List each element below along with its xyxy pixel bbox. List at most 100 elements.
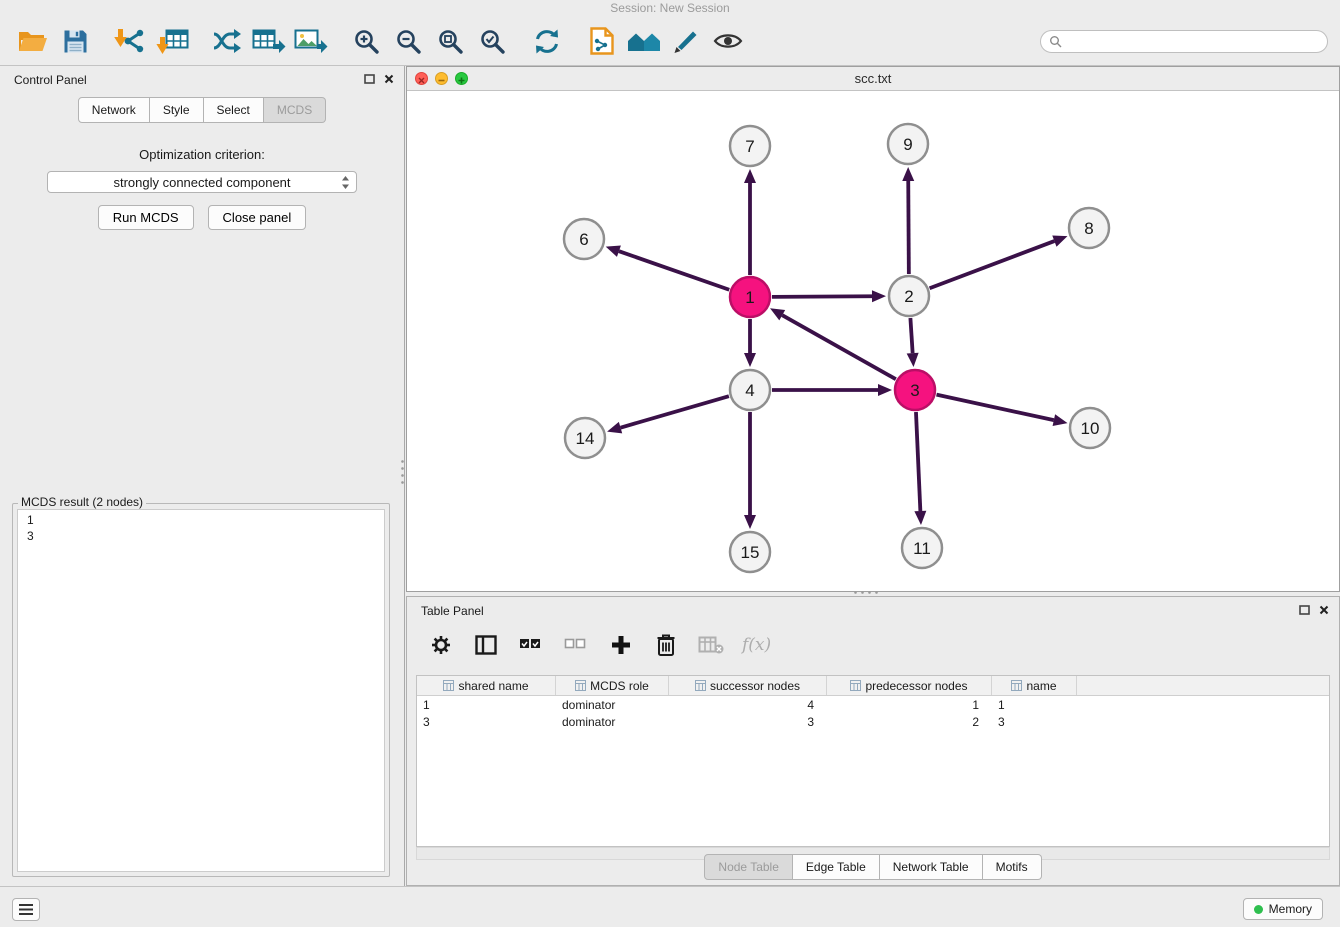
cell-predecessor-nodes[interactable]: 1 [827, 698, 992, 712]
graph-node-label: 6 [579, 230, 588, 249]
graph-node-label: 10 [1081, 419, 1100, 438]
table-panel: Table Panel [406, 596, 1340, 886]
graph-node-label: 1 [745, 288, 754, 307]
graph-node-11[interactable]: 11 [902, 528, 942, 568]
column-header-mcds-role[interactable]: MCDS role [556, 676, 669, 695]
network-window-titlebar[interactable]: scc.txt [407, 67, 1339, 91]
graph-node-14[interactable]: 14 [565, 418, 605, 458]
cell-shared-name[interactable]: 3 [417, 715, 556, 729]
column-header-shared-name[interactable]: shared name [417, 676, 556, 695]
column-header-name[interactable]: name [992, 676, 1077, 695]
close-panel-icon[interactable] [384, 74, 394, 84]
close-panel-icon[interactable] [1319, 605, 1329, 615]
graph-edge-2-9[interactable] [908, 181, 909, 274]
table-row[interactable]: 3 dominator 3 2 3 [417, 714, 1329, 730]
cell-predecessor-nodes[interactable]: 2 [827, 715, 992, 729]
search-field[interactable] [1040, 30, 1328, 53]
column-header-successor-nodes[interactable]: successor nodes [669, 676, 827, 695]
import-network-icon [113, 28, 147, 55]
delete-column-button[interactable] [652, 631, 680, 659]
search-input[interactable] [1067, 33, 1319, 49]
deselect-all-rows-button[interactable] [562, 631, 590, 659]
new-network-button[interactable] [206, 20, 248, 62]
import-table-button[interactable] [151, 20, 193, 62]
zoom-fit-button[interactable] [429, 20, 471, 62]
tab-motifs[interactable]: Motifs [983, 854, 1042, 880]
graph-node-6[interactable]: 6 [564, 219, 604, 259]
graph-edge-3-10[interactable] [936, 395, 1053, 420]
graph-node-1[interactable]: 1 [730, 277, 770, 317]
export-table-button[interactable] [248, 20, 290, 62]
column-type-icon [575, 680, 586, 691]
graph-node-3[interactable]: 3 [895, 370, 935, 410]
column-header-predecessor-nodes[interactable]: predecessor nodes [827, 676, 992, 695]
cell-mcds-role[interactable]: dominator [556, 715, 669, 729]
graph-node-10[interactable]: 10 [1070, 408, 1110, 448]
criterion-dropdown[interactable]: strongly connected component [47, 171, 357, 193]
graph-node-4[interactable]: 4 [730, 370, 770, 410]
save-session-button[interactable] [54, 20, 96, 62]
mcds-result-line: 3 [27, 528, 384, 544]
refresh-layout-button[interactable] [526, 20, 568, 62]
select-all-rows-button[interactable] [517, 631, 545, 659]
tab-select[interactable]: Select [204, 97, 264, 123]
import-styles-button[interactable] [581, 20, 623, 62]
horizontal-splitter-grip[interactable] [852, 589, 882, 596]
network-home-button[interactable] [623, 20, 665, 62]
float-panel-icon[interactable] [1299, 605, 1310, 615]
new-network-icon [212, 28, 242, 54]
cell-name[interactable]: 3 [992, 715, 1077, 729]
function-builder-button[interactable]: f(x) [742, 631, 771, 659]
table-row[interactable]: 1 dominator 4 1 1 [417, 697, 1329, 713]
graph-edge-3-11[interactable] [916, 412, 920, 511]
zoom-selected-button[interactable] [471, 20, 513, 62]
zoom-in-button[interactable] [345, 20, 387, 62]
import-table-icon [156, 28, 189, 55]
cell-successor-nodes[interactable]: 3 [669, 715, 827, 729]
graph-edge-2-3[interactable] [910, 318, 912, 353]
mcds-result-text[interactable]: 1 3 [17, 509, 385, 872]
cell-successor-nodes[interactable]: 4 [669, 698, 827, 712]
apply-style-button[interactable] [665, 20, 707, 62]
tab-mcds[interactable]: MCDS [264, 97, 326, 123]
close-panel-button[interactable]: Close panel [208, 205, 307, 230]
graph-edge-2-8[interactable] [930, 241, 1055, 288]
cell-shared-name[interactable]: 1 [417, 698, 556, 712]
tab-network[interactable]: Network [78, 97, 150, 123]
graph-edge-3-1[interactable] [782, 315, 896, 379]
tab-style[interactable]: Style [150, 97, 204, 123]
run-mcds-button[interactable]: Run MCDS [98, 205, 194, 230]
tab-node-table[interactable]: Node Table [704, 854, 793, 880]
vertical-splitter-grip[interactable] [399, 458, 406, 488]
zoom-out-icon [395, 28, 422, 55]
delete-table-button[interactable] [697, 631, 725, 659]
show-columns-button[interactable] [472, 631, 500, 659]
graph-edge-4-14[interactable] [621, 396, 729, 428]
float-panel-icon[interactable] [364, 74, 375, 84]
graph-edge-1-6[interactable] [619, 251, 729, 290]
graph-node-9[interactable]: 9 [888, 124, 928, 164]
cell-name[interactable]: 1 [992, 698, 1077, 712]
import-network-button[interactable] [109, 20, 151, 62]
plus-icon [610, 634, 632, 656]
open-session-button[interactable] [12, 20, 54, 62]
export-image-button[interactable] [290, 20, 332, 62]
graph-node-7[interactable]: 7 [730, 126, 770, 166]
cell-mcds-role[interactable]: dominator [556, 698, 669, 712]
zoom-out-button[interactable] [387, 20, 429, 62]
tab-network-table[interactable]: Network Table [880, 854, 983, 880]
graph-node-15[interactable]: 15 [730, 532, 770, 572]
show-details-button[interactable] [707, 20, 749, 62]
panel-menu-button[interactable] [12, 898, 40, 921]
tab-edge-table[interactable]: Edge Table [793, 854, 880, 880]
graph-edge-arrowhead [1052, 235, 1067, 246]
graph-node-8[interactable]: 8 [1069, 208, 1109, 248]
create-column-button[interactable] [607, 631, 635, 659]
node-table: shared name MCDS role successor [416, 675, 1330, 847]
graph-edge-1-2[interactable] [772, 296, 872, 297]
graph-node-2[interactable]: 2 [889, 276, 929, 316]
network-graph-canvas[interactable]: 7 9 6 8 1 2 4 3 14 10 15 11 [407, 90, 1339, 591]
memory-status-icon [1254, 905, 1263, 914]
memory-button[interactable]: Memory [1243, 898, 1323, 920]
table-settings-button[interactable] [427, 631, 455, 659]
